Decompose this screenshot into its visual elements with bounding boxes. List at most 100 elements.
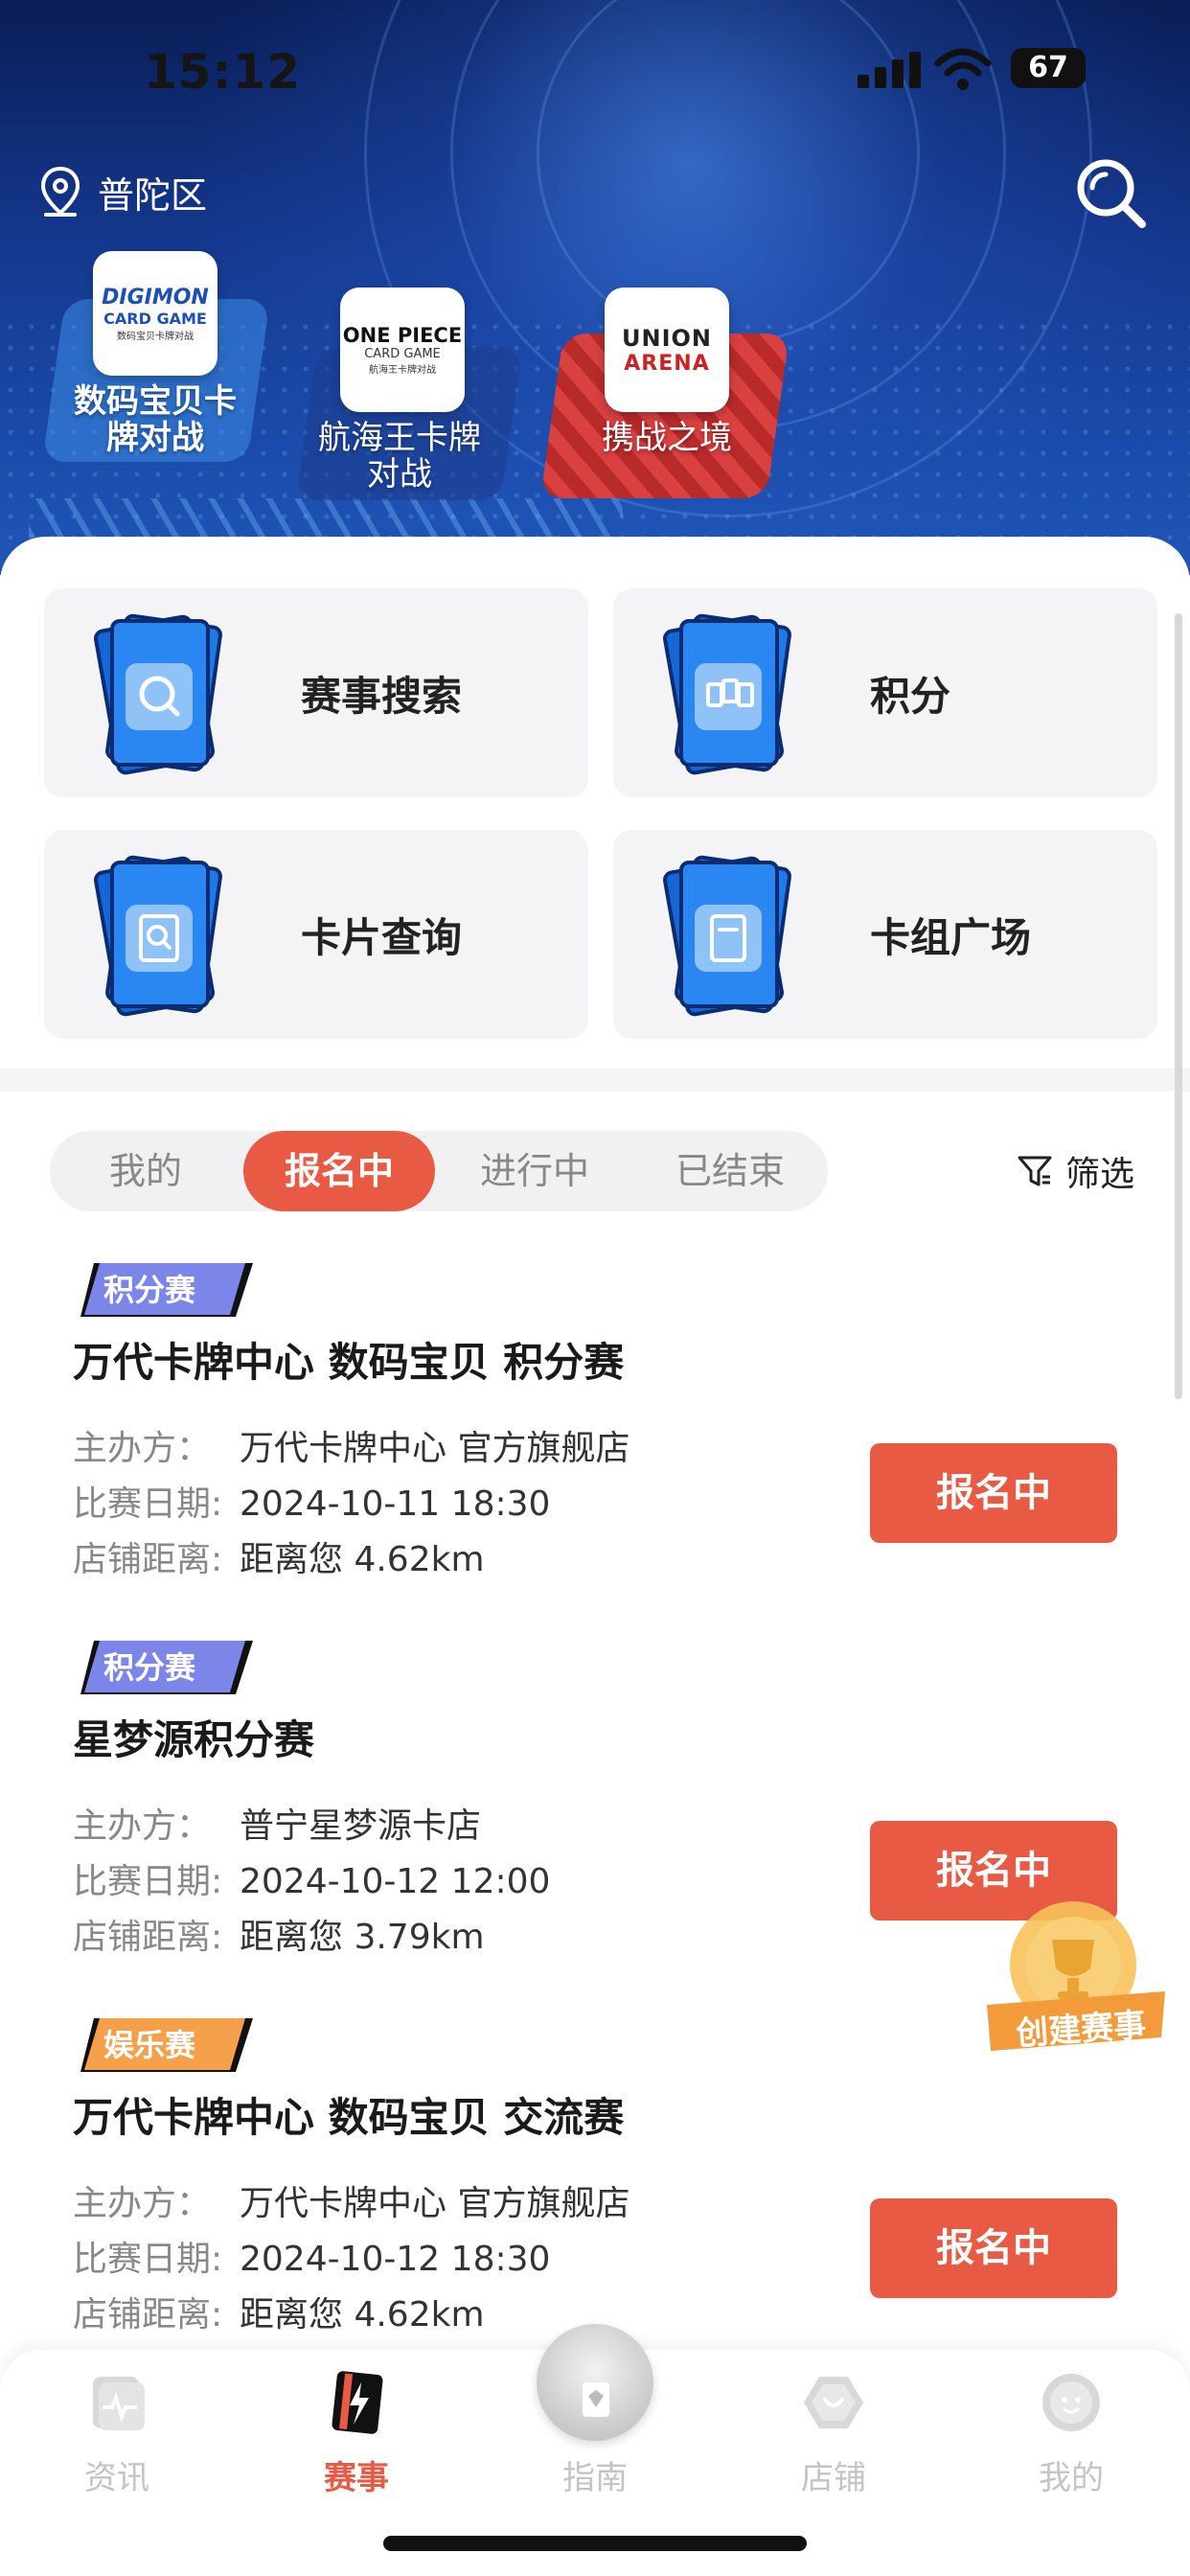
field-label: 主办方： — [73, 2184, 212, 2223]
event-badge — [80, 1641, 253, 1694]
tile-label: 卡片查询 — [301, 913, 463, 961]
event-badge — [80, 2018, 253, 2072]
battery-icon: 67 — [1011, 48, 1086, 88]
tab-mine[interactable]: 我的 — [50, 1131, 241, 1211]
scrollbar[interactable] — [1175, 613, 1182, 1399]
event-badge — [80, 1263, 253, 1317]
nav-label: 赛事 — [324, 2459, 389, 2497]
nav-store[interactable]: 店铺 — [757, 2369, 910, 2498]
status-bar: 15:12 67 — [0, 38, 1190, 105]
game-name: 携战之境 — [602, 419, 732, 457]
event-date: 比赛日期: 2024-10-12 12:00 — [73, 1853, 550, 1903]
nav-label: 店铺 — [801, 2459, 866, 2497]
tab-ended[interactable]: 已结束 — [634, 1131, 826, 1211]
nav-news[interactable]: 资讯 — [40, 2369, 194, 2498]
event-organizer: 主办方： 普宁星梦源卡店 — [73, 1798, 481, 1848]
event-title: 星梦源积分赛 — [73, 1716, 315, 1763]
field-label: 比赛日期: — [73, 1862, 223, 1901]
guide-icon — [583, 2382, 609, 2417]
create-event-button[interactable]: 创建赛事 — [977, 1898, 1169, 2060]
nav-events[interactable]: 赛事 — [280, 2369, 433, 2498]
event-distance: 店铺距离: 距离您 4.62km — [73, 2287, 485, 2336]
event-title: 万代卡牌中心 数码宝贝 交流赛 — [73, 2094, 625, 2141]
card-search-icon — [94, 855, 222, 1017]
tab-registering[interactable]: 报名中 — [243, 1131, 435, 1211]
event-date: 比赛日期: 2024-10-12 18:30 — [73, 2231, 550, 2281]
digimon-logo: DIGIMON CARD GAME 数码宝贝卡牌对战 — [93, 251, 217, 376]
event-organizer: 主办方： 万代卡牌中心 官方旗舰店 — [73, 1420, 629, 1470]
filter-label: 筛选 — [1065, 1155, 1135, 1194]
game-name: 数码宝贝卡牌对战 — [74, 382, 237, 457]
field-value: 距离您 3.79km — [240, 1918, 485, 1957]
logo-sub: CARD GAME — [364, 347, 441, 361]
event-distance: 店铺距离: 距离您 4.62km — [73, 1531, 485, 1581]
field-value: 距离您 4.62km — [240, 1540, 485, 1579]
search-icon — [94, 613, 222, 775]
signup-button[interactable]: 报名中 — [870, 1443, 1117, 1543]
event-title: 万代卡牌中心 数码宝贝 积分赛 — [73, 1339, 625, 1386]
field-value: 2024-10-12 18:30 — [240, 2240, 551, 2279]
tile-label: 积分 — [870, 672, 951, 720]
logo-cn: 航海王卡牌对战 — [369, 365, 436, 376]
game-name: 航海王卡牌对战 — [318, 419, 481, 494]
field-value: 万代卡牌中心 官方旗舰店 — [240, 1429, 630, 1468]
event-card[interactable]: 积分赛 万代卡牌中心 数码宝贝 积分赛 主办方： 万代卡牌中心 官方旗舰店 比赛日… — [42, 1252, 1148, 1604]
event-date: 比赛日期: 2024-10-11 18:30 — [73, 1476, 550, 1526]
field-label: 主办方： — [73, 1806, 212, 1846]
signup-button[interactable]: 报名中 — [870, 2198, 1117, 2298]
tile-points[interactable]: 积分 — [613, 588, 1157, 797]
logo-text: UNION — [622, 324, 712, 352]
tab-ongoing[interactable]: 进行中 — [439, 1131, 630, 1211]
logo-text: DIGIMON — [102, 285, 209, 310]
tile-event-search[interactable]: 赛事搜索 — [44, 588, 588, 797]
status-tabs: 我的 报名中 进行中 已结束 — [50, 1131, 828, 1211]
game-onepiece[interactable]: ONE PIECE CARD GAME 航海王卡牌对战 航海王卡牌对战 — [295, 288, 523, 500]
filter-button[interactable]: 筛选 — [1016, 1146, 1134, 1196]
location-selector[interactable]: 普陀区 — [38, 165, 207, 218]
nav-label: 我的 — [1039, 2459, 1104, 2497]
nav-guide[interactable]: 指南 — [518, 2369, 672, 2498]
filter-icon — [1018, 1156, 1052, 1186]
game-digimon[interactable]: DIGIMON CARD GAME 数码宝贝卡牌对战 数码宝贝卡牌对战 — [42, 251, 270, 462]
event-distance: 店铺距离: 距离您 3.79km — [73, 1909, 485, 1959]
tile-label: 卡组广场 — [870, 913, 1032, 961]
nav-label: 资讯 — [84, 2459, 149, 2497]
onepiece-logo: ONE PIECE CARD GAME 航海王卡牌对战 — [340, 288, 465, 412]
field-label: 店铺距离: — [73, 1918, 223, 1957]
nav-profile[interactable]: 我的 — [995, 2369, 1148, 2498]
field-value: 普宁星梦源卡店 — [240, 1806, 482, 1846]
field-value: 距离您 4.62km — [240, 2295, 485, 2334]
field-label: 店铺距离: — [73, 2295, 223, 2334]
logo-sub: ARENA — [624, 351, 710, 376]
logo-cn: 数码宝贝卡牌对战 — [117, 331, 194, 342]
tile-deck-plaza[interactable]: 卡组广场 — [613, 830, 1157, 1039]
field-value: 2024-10-12 12:00 — [240, 1862, 551, 1901]
decor-chevrons — [29, 498, 623, 537]
game-union-arena[interactable]: UNION ARENA 携战之境 — [539, 288, 790, 498]
profile-icon — [1042, 2374, 1100, 2431]
field-label: 主办方： — [73, 1429, 212, 1468]
location-pin-icon — [40, 166, 80, 217]
union-arena-logo: UNION ARENA — [605, 288, 729, 412]
signal-icon — [858, 50, 923, 88]
store-icon — [804, 2377, 863, 2428]
deck-icon — [663, 855, 791, 1017]
status-time: 15:12 — [144, 44, 302, 100]
tile-label: 赛事搜索 — [301, 672, 463, 720]
news-icon — [93, 2377, 145, 2430]
wifi-icon — [934, 48, 992, 90]
nav-label: 指南 — [562, 2459, 628, 2497]
field-value: 2024-10-11 18:30 — [240, 1484, 551, 1524]
field-value: 万代卡牌中心 官方旗舰店 — [240, 2184, 630, 2223]
header-banner: 15:12 67 普陀区 DIGIMON CARD GAME 数码宝贝卡牌对战 — [0, 0, 1190, 575]
section-divider — [0, 1069, 1190, 1092]
logo-text: ONE PIECE — [342, 324, 463, 347]
location-label: 普陀区 — [98, 173, 208, 217]
logo-sub: CARD GAME — [103, 309, 207, 328]
field-label: 店铺距离: — [73, 1540, 223, 1579]
tile-card-lookup[interactable]: 卡片查询 — [44, 830, 588, 1039]
home-indicator[interactable] — [383, 2536, 807, 2551]
lightning-card-icon — [332, 2371, 383, 2434]
field-label: 比赛日期: — [73, 2240, 223, 2279]
search-icon[interactable] — [1073, 155, 1150, 232]
